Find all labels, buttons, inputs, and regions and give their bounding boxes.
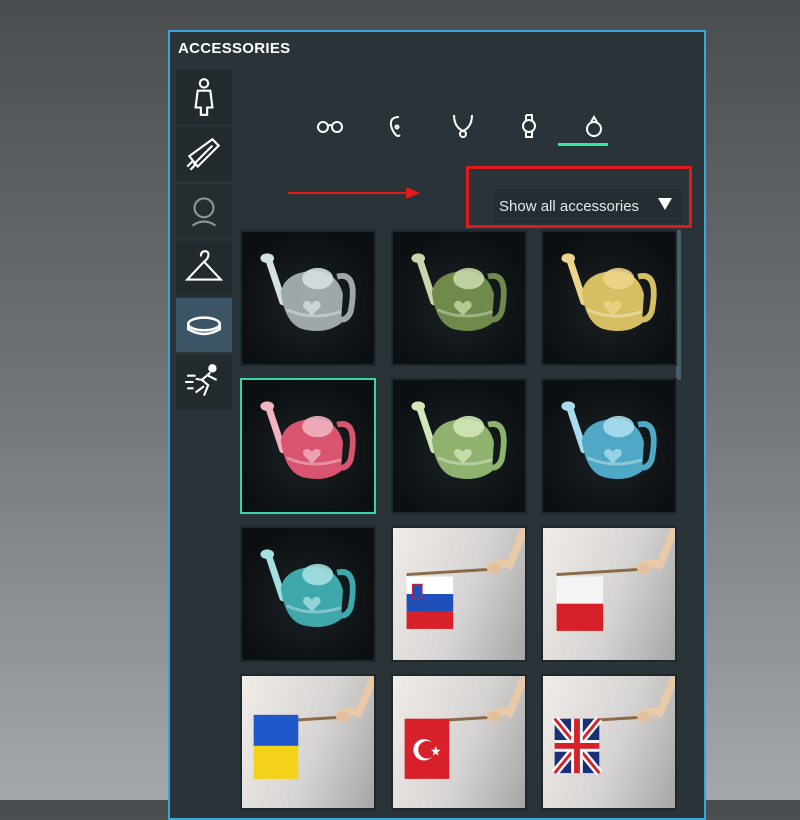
running-icon [185,364,218,397]
sidebar-item-hair[interactable] [176,127,232,181]
flag-ukraine-icon [253,676,374,779]
watch-icon [522,114,536,138]
sidebar-item-body[interactable] [176,70,232,124]
necklace-icon [453,114,473,138]
watering-can-icon [260,253,356,331]
accessory-tile-flag[interactable] [240,674,376,810]
comb-icon [186,137,221,171]
accessory-tile-watering-can[interactable] [240,230,376,366]
accessory-tile-flag[interactable] [541,674,677,810]
glasses-icon [317,121,343,133]
sidebar-item-head[interactable] [176,184,232,238]
accessory-tile-watering-can[interactable] [391,378,527,514]
watering-can-icon [411,253,507,331]
annotation-arrow-head [406,187,420,199]
active-tab-indicator [558,143,608,146]
sidebar-item-clothing[interactable] [176,241,232,295]
annotation-arrow-line [288,192,410,194]
flag-turkey-icon [404,676,525,779]
tab-watches[interactable] [511,108,547,144]
accessory-tile-watering-can[interactable] [541,378,677,514]
accessory-tile-flag[interactable] [391,526,527,662]
watering-can-icon [411,401,507,479]
accessory-tile-watering-can[interactable] [391,230,527,366]
watering-can-icon [260,401,356,479]
ring-icon [186,316,222,336]
person-icon [194,78,214,116]
accessory-tile-flag[interactable] [391,674,527,810]
sidebar-item-accessories[interactable] [176,298,232,352]
watering-can-icon [561,253,657,331]
tab-rings[interactable] [576,108,612,144]
panel-title: ACCESSORIES [178,40,291,57]
accessory-tile-flag[interactable] [541,526,677,662]
tab-earrings[interactable] [378,108,414,144]
tab-glasses[interactable] [312,108,348,144]
flag-slovenia-icon [406,528,525,629]
category-tabs [312,108,612,148]
accessory-tile-watering-can[interactable] [541,230,677,366]
tab-necklaces[interactable] [445,108,481,144]
hanger-icon [184,250,224,281]
sidebar-item-animations[interactable] [176,355,232,409]
accessory-tile-watering-can[interactable] [240,378,376,514]
flag-united-kingdom-icon [551,676,675,776]
watering-can-icon [260,549,356,627]
accessories-panel: ACCESSORIES Show all accessories [168,30,706,820]
watering-can-icon [561,401,657,479]
annotation-highlight-box [466,166,692,228]
accessory-tile-watering-can[interactable] [240,526,376,662]
ring-icon [586,115,602,137]
earring-icon [389,116,401,137]
flag-poland-icon [556,528,675,631]
head-icon [191,197,217,227]
